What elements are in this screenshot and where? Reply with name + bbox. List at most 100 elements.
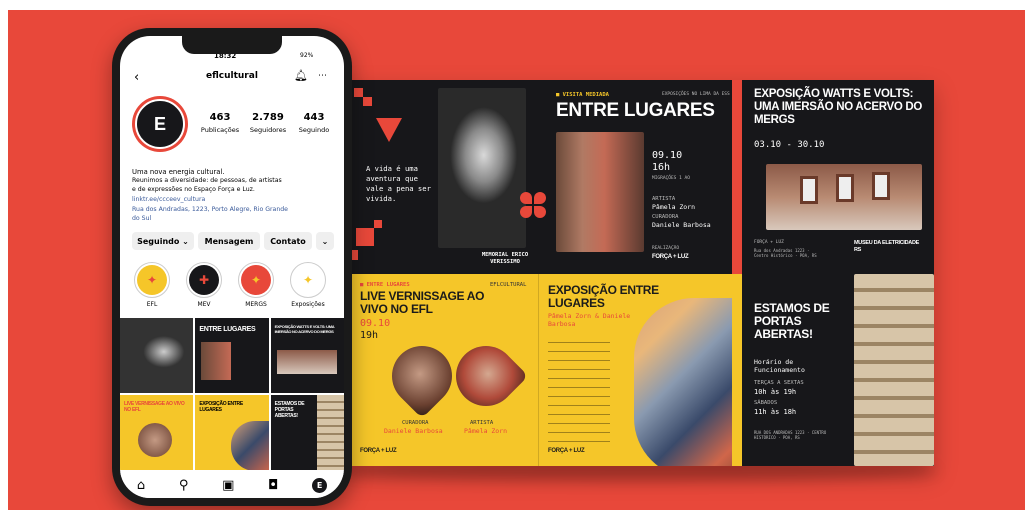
more-icon[interactable]: ⋯	[318, 71, 327, 81]
saturday-hours: 11h às 18h	[754, 408, 797, 416]
event-hour: 16h	[652, 162, 671, 173]
tile-title: EXPOSIÇÃO WATTS E VOLTS: UMA IMERSÃO NO …	[274, 324, 335, 334]
bottom-nav: ⌂ ⚲ ▣ ◘ E	[120, 472, 344, 498]
contact-button[interactable]: Contato	[264, 232, 312, 250]
watts-small: FORÇA + LUZ	[754, 240, 784, 245]
curadoria-label: CURADORA	[652, 214, 679, 220]
tile-photo	[231, 421, 269, 470]
tile-title: ENTRE LUGARES	[199, 326, 256, 333]
back-icon[interactable]: ‹	[134, 70, 139, 85]
profile-username: eflcultural	[206, 71, 258, 81]
portas-address: RUA DOS ANDRADAS 1223 · CENTRO HISTÓRICO…	[754, 430, 827, 440]
live-forca-logo: FORÇA + LUZ	[360, 448, 397, 454]
tile-title: ESTAMOS DE PORTAS ABERTAS!	[274, 401, 305, 419]
pixel-ornament	[363, 97, 372, 106]
phone-notch	[182, 36, 282, 54]
tile-photo	[276, 350, 337, 374]
saturday-label: SÁBADOS	[754, 400, 778, 406]
highlight-label: MEV	[197, 301, 211, 308]
memorial-label: MEMORIAL ERICO VERISSIMO	[481, 252, 529, 265]
realizacao-label: REALIZAÇÃO	[652, 246, 680, 251]
panel-entre-lugares: A vida é uma aventura que vale a pena se…	[344, 80, 732, 274]
flower-ornament	[520, 192, 532, 204]
following-button[interactable]: Seguindo ⌄	[132, 232, 194, 250]
artista-photo	[443, 333, 529, 419]
tile-photo	[316, 395, 344, 470]
artista-name: Pâmela Zorn	[652, 203, 696, 211]
message-button[interactable]: Mensagem	[198, 232, 260, 250]
panel-portas-abertas: ESTAMOS DE PORTAS ABERTAS! Horário de Fu…	[742, 274, 934, 466]
spark-icon: ✦	[293, 265, 323, 295]
bio-address[interactable]: do Sul	[132, 215, 151, 222]
live-tag: ■ ENTRE LUGARES	[360, 282, 410, 288]
flower-ornament	[534, 206, 546, 218]
reels-icon[interactable]: ▣	[222, 478, 234, 493]
watts-dates: 03.10 - 30.10	[754, 140, 825, 150]
tile-photo	[138, 423, 172, 457]
profile-avatar[interactable]: E	[132, 96, 188, 152]
curadoria-name: Daniele Barbosa	[652, 221, 711, 229]
phone-mockup: 18:32 92% ‹ eflcultural 🔔︎ ⋯ E 463 Publi…	[112, 28, 352, 506]
post-tile[interactable]: ESTAMOS DE PORTAS ABERTAS!	[270, 395, 344, 470]
home-icon[interactable]: ⌂	[137, 478, 145, 493]
post-tile[interactable]	[120, 318, 194, 393]
profile-icon[interactable]: E	[312, 477, 328, 493]
panel-live-vernissage: ■ ENTRE LUGARES EFLCULTURAL LIVE VERNISS…	[344, 274, 732, 466]
stat-followers-label[interactable]: Seguidores	[242, 126, 294, 134]
live-date: 09.10	[360, 318, 391, 329]
bio-line: Uma nova energia cultural.	[132, 168, 225, 176]
event-date: 09.10	[652, 150, 683, 161]
post-tile[interactable]: LIVE VERNISSAGE AO VIVO NO EFL	[120, 395, 194, 470]
schedule-lines	[548, 334, 610, 444]
conv-l-name: Daniele Barbosa	[384, 427, 443, 435]
highlight-label: Exposições	[291, 301, 325, 308]
weekdays-label: TERÇAS A SEXTAS	[754, 380, 804, 386]
museum-photo	[766, 164, 922, 230]
watts-address: Rua dos Andradas 1223 · Centro Histórico…	[754, 248, 817, 258]
building-photo	[854, 274, 934, 466]
pixel-ornament	[354, 88, 363, 97]
search-icon[interactable]: ⚲	[179, 478, 189, 493]
visit-tag-right: EXPOSIÇÕES NO LIMA DA ESS	[662, 92, 730, 97]
curadora-photo	[379, 333, 465, 419]
highlight-mergs[interactable]: ✦	[238, 262, 274, 298]
weekdays-hours: 10h às 19h	[754, 388, 797, 396]
conv-l-label: CURADORA	[402, 420, 429, 426]
horario-label: Horário de Funcionamento	[754, 358, 805, 374]
highlight-mev[interactable]: ✚	[186, 262, 222, 298]
stat-following-label[interactable]: Seguindo	[290, 126, 338, 134]
conv-r-label: ARTISTA	[470, 420, 494, 426]
background: A vida é uma aventura que vale a pena se…	[8, 10, 1025, 510]
panel-watts-e-volts: EXPOSIÇÃO WATTS E VOLTS: UMA IMERSÃO NO …	[742, 80, 934, 274]
spark-icon: ✦	[137, 265, 167, 295]
efl-logo: E	[135, 99, 185, 149]
exposicao-forca-logo: FORÇA + LUZ	[548, 448, 585, 454]
bio-address[interactable]: Rua dos Andradas, 1223, Porto Alegre, Ri…	[132, 206, 288, 213]
post-tile[interactable]: EXPOSIÇÃO WATTS E VOLTS: UMA IMERSÃO NO …	[270, 318, 344, 393]
shop-icon[interactable]: ◘	[268, 478, 278, 493]
red-spine	[732, 80, 742, 274]
bio-link[interactable]: linktr.ee/ccceev_cultura	[132, 196, 205, 203]
flower-ornament	[520, 206, 532, 218]
artista-label: ARTISTA	[652, 196, 676, 202]
live-hour: 19h	[360, 330, 379, 341]
flower-ornament	[534, 192, 546, 204]
spark-icon: ✦	[241, 265, 271, 295]
quote-text: A vida é uma aventura que vale a pena se…	[366, 164, 431, 203]
pixel-ornament	[376, 118, 402, 142]
tile-photo	[201, 342, 232, 380]
portrait-photo	[438, 88, 526, 248]
suggest-button[interactable]: ⌄	[316, 232, 334, 250]
highlight-efl[interactable]: ✦	[134, 262, 170, 298]
bell-icon[interactable]: 🔔︎	[294, 69, 308, 82]
post-tile[interactable]: EXPOSIÇÃO ENTRE LUGARES	[195, 395, 269, 470]
painting-detail	[634, 298, 732, 466]
stat-followers-value[interactable]: 2.789	[246, 112, 290, 123]
conv-r-name: Pâmela Zorn	[464, 427, 508, 435]
stat-following-value[interactable]: 443	[292, 112, 336, 123]
highlight-label: EFL	[146, 301, 158, 308]
highlight-exposicoes[interactable]: ✦	[290, 262, 326, 298]
post-tile[interactable]: ENTRE LUGARES	[195, 318, 269, 393]
watts-title: EXPOSIÇÃO WATTS E VOLTS: UMA IMERSÃO NO …	[754, 88, 923, 126]
highlight-label: MERGS	[245, 301, 267, 308]
